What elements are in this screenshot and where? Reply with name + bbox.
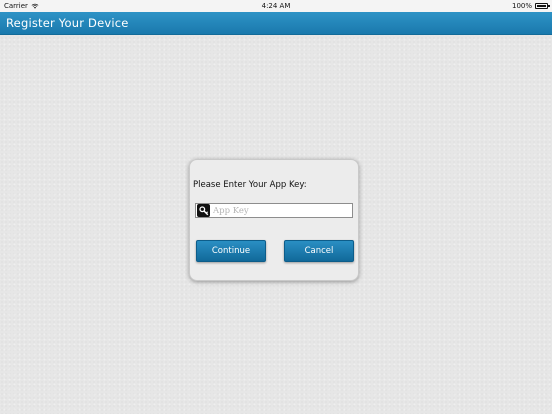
continue-button[interactable]: Continue (196, 240, 266, 262)
cancel-button[interactable]: Cancel (284, 240, 354, 262)
battery-group: 100% (511, 2, 550, 10)
battery-icon (535, 3, 550, 9)
status-time: 4:24 AM (261, 2, 291, 10)
status-bar: Carrier 4:24 AM 100% (0, 0, 552, 12)
page-title: Register Your Device (6, 16, 129, 30)
app-key-input[interactable] (210, 204, 351, 217)
key-icon (197, 204, 210, 217)
battery-percent: 100% (511, 2, 532, 10)
app-key-prompt: Please Enter Your App Key: (193, 180, 307, 190)
app-key-field[interactable] (195, 203, 353, 218)
app-key-dialog: Please Enter Your App Key: Continue Canc… (189, 159, 359, 281)
navigation-bar: Register Your Device (0, 12, 552, 35)
